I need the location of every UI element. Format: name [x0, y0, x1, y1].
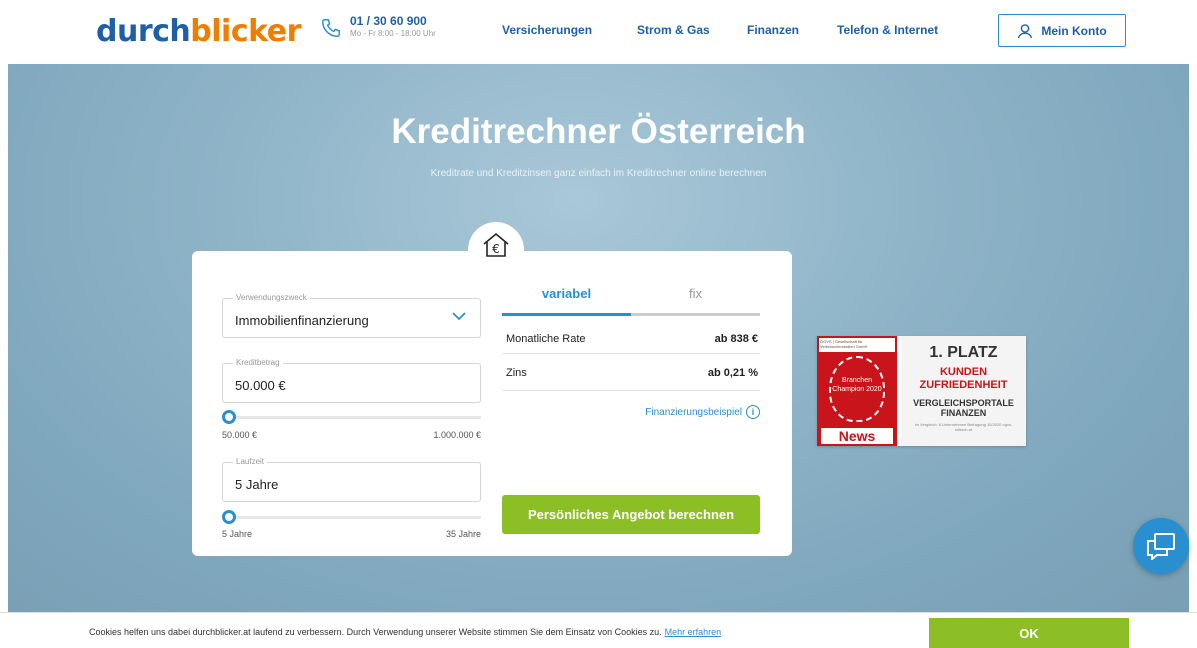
purpose-select[interactable]: Verwendungszweck Immobilienfinanzierung [222, 293, 481, 338]
account-button[interactable]: Mein Konto [998, 14, 1126, 47]
tab-active-indicator [502, 313, 631, 316]
tab-variabel[interactable]: variabel [502, 286, 631, 301]
logo[interactable]: durchblicker [96, 14, 301, 49]
house-euro-icon: € [468, 222, 524, 278]
award-category: VERGLEICHSPORTALE FINANZEN [913, 398, 1014, 418]
result-monthly-rate: Monatliche Rate ab 838 € [506, 333, 758, 345]
user-icon [1018, 23, 1033, 38]
page-subtitle: Kreditrate und Kreditzinsen ganz einfach… [430, 168, 767, 179]
term-value: 5 Jahre [235, 477, 279, 492]
purpose-value: Immobilienfinanzierung [235, 313, 369, 328]
nav-strom-gas[interactable]: Strom & Gas [637, 23, 710, 37]
info-icon: i [746, 405, 760, 419]
phone-contact[interactable]: 01 / 30 60 900 Mo - Fr 8:00 - 18:00 Uhr [320, 15, 436, 39]
award-footnote: im Vergleich: 8 Unternehmen Befragung 10… [914, 422, 1013, 432]
award-top-text: ÖGVS | Gesellschaft für Verbraucherstudi… [819, 338, 895, 352]
cookie-banner: Cookies helfen uns dabei durchblicker.at… [0, 612, 1197, 648]
cookie-more-link[interactable]: Mehr erfahren [665, 627, 722, 637]
term-slider-handle[interactable] [222, 510, 236, 524]
amount-min: 50.000 € [222, 430, 258, 440]
award-badge: ÖGVS | Gesellschaft für Verbraucherstudi… [817, 336, 1026, 446]
result-interest: Zins ab 0,21 % [506, 367, 758, 379]
term-input[interactable]: Laufzeit 5 Jahre [222, 457, 481, 502]
amount-label: Kreditbetrag [233, 358, 283, 367]
chat-icon [1147, 533, 1175, 560]
term-min: 5 Jahre [222, 529, 253, 539]
rate-type-tabs: variabel fix [502, 286, 760, 316]
tab-fix[interactable]: fix [631, 286, 760, 301]
nav-finanzen[interactable]: Finanzen [747, 23, 799, 37]
term-max: 35 Jahre [445, 529, 481, 539]
amount-value: 50.000 € [235, 378, 286, 393]
award-circle-text: Branchen Champion 2020 [829, 356, 885, 422]
phone-hours: Mo - Fr 8:00 - 18:00 Uhr [350, 29, 436, 38]
example-link[interactable]: Finanzierungsbeispiel i [590, 405, 760, 419]
amount-slider-track[interactable] [222, 416, 481, 419]
page-title: Kreditrechner Österreich [391, 112, 806, 151]
cookie-text: Cookies helfen uns dabei durchblicker.at… [89, 627, 722, 637]
nav-versicherungen[interactable]: Versicherungen [502, 23, 592, 37]
cookie-ok-button[interactable]: OK [929, 618, 1129, 648]
site-header: durchblicker 01 / 30 60 900 Mo - Fr 8:00… [0, 0, 1197, 64]
amount-slider-handle[interactable] [222, 410, 236, 424]
award-headline: KUNDEN ZUFRIEDENHEIT [919, 366, 1008, 391]
term-slider-track[interactable] [222, 516, 481, 519]
calculate-offer-button[interactable]: Persönliches Angebot berechnen [502, 495, 760, 534]
nav-telefon-internet[interactable]: Telefon & Internet [837, 23, 938, 37]
chat-button[interactable] [1133, 518, 1189, 574]
chevron-down-icon [452, 312, 466, 321]
award-seal: ÖGVS | Gesellschaft für Verbraucherstudi… [817, 336, 897, 446]
amount-input[interactable]: Kreditbetrag 50.000 € [222, 358, 481, 403]
divider [502, 353, 760, 354]
svg-text:€: € [492, 242, 500, 256]
award-place: 1. PLATZ [929, 344, 998, 361]
phone-icon [322, 19, 340, 37]
divider [502, 390, 760, 391]
phone-number: 01 / 30 60 900 [350, 14, 427, 28]
award-brand: News [821, 428, 893, 444]
amount-max: 1.000.000 € [433, 430, 481, 440]
purpose-label: Verwendungszweck [233, 293, 310, 302]
award-text: 1. PLATZ KUNDEN ZUFRIEDENHEIT VERGLEICHS… [901, 336, 1026, 446]
term-label: Laufzeit [233, 457, 268, 466]
